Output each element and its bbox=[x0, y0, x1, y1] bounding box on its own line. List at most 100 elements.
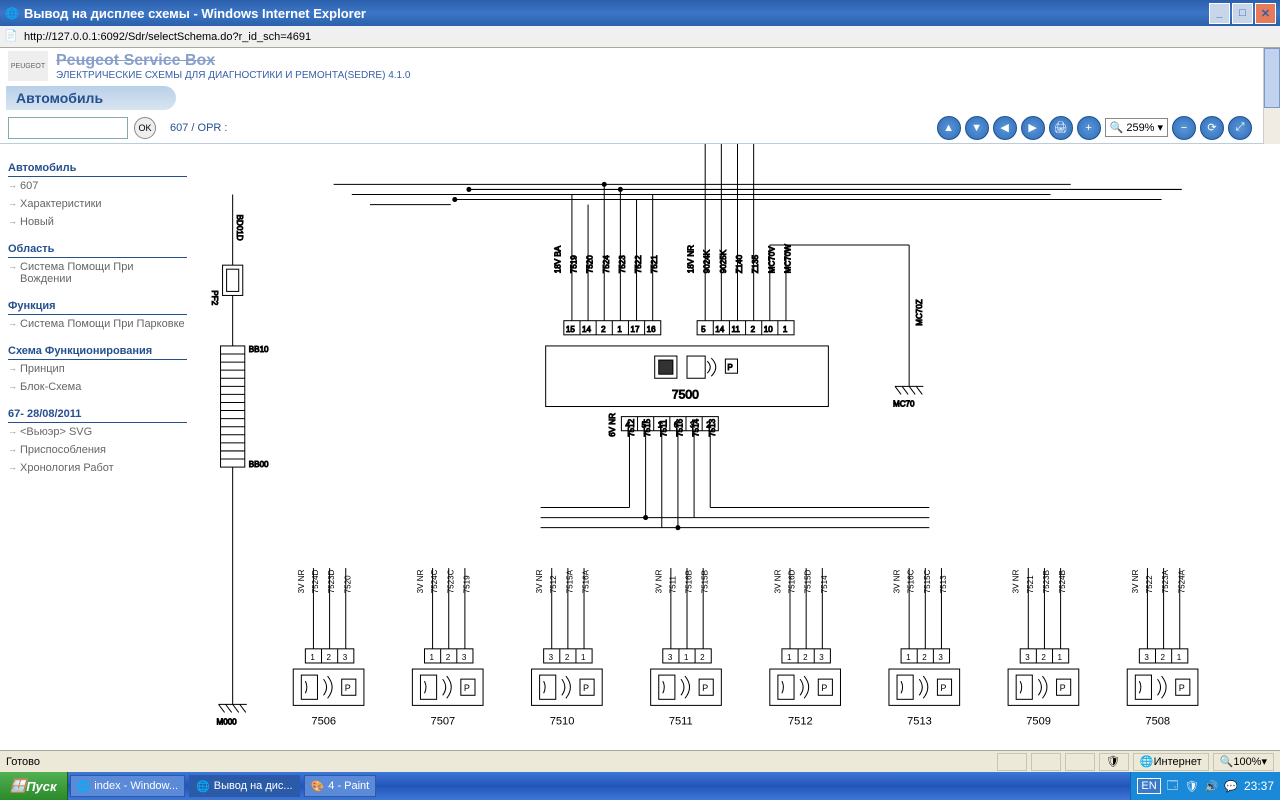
side-link-driving-assist[interactable]: Система Помощи При Вождении bbox=[8, 258, 187, 288]
nav-down-button[interactable]: ▼ bbox=[965, 116, 989, 140]
svg-text:7523: 7523 bbox=[618, 255, 627, 273]
svg-text:3: 3 bbox=[1025, 653, 1030, 662]
ie-status-bar: Готово 🛡 🌐 Интернет 🔍 100% ▾ bbox=[0, 750, 1280, 772]
svg-text:7519: 7519 bbox=[569, 255, 578, 273]
svg-text:9025K: 9025K bbox=[719, 249, 728, 273]
address-bar: 📄 http://127.0.0.1:6092/Sdr/selectSchema… bbox=[0, 26, 1280, 48]
ok-button[interactable]: OK bbox=[134, 117, 156, 139]
nav-left-button[interactable]: ◀ bbox=[993, 116, 1017, 140]
tray-icon[interactable]: 🗔 bbox=[1167, 777, 1179, 796]
svg-text:7523B: 7523B bbox=[1042, 570, 1051, 593]
peugeot-logo: PEUGEOT bbox=[8, 51, 48, 81]
svg-text:7512: 7512 bbox=[627, 418, 636, 436]
svg-text:7523A: 7523A bbox=[1161, 569, 1170, 593]
svg-text:18V BA: 18V BA bbox=[553, 245, 562, 273]
svg-text:1: 1 bbox=[787, 653, 792, 662]
svg-text:2: 2 bbox=[565, 653, 570, 662]
tray-icon[interactable]: 🛡 bbox=[1185, 780, 1199, 793]
side-link-specs[interactable]: Характеристики bbox=[8, 195, 187, 213]
svg-text:BD01D: BD01D bbox=[235, 215, 244, 241]
print-button[interactable]: 🖨 bbox=[1049, 116, 1073, 140]
toolbar: OK 607 / OPR : ▲ ▼ ◀ ▶ 🖨 + 🔍259%▾ − ⟳ ⤢ bbox=[0, 112, 1280, 144]
svg-text:Z140: Z140 bbox=[735, 254, 744, 273]
svg-text:7512: 7512 bbox=[549, 575, 558, 593]
svg-text:3: 3 bbox=[462, 653, 467, 662]
svg-text:2: 2 bbox=[751, 325, 756, 334]
side-link-tools[interactable]: Приспособления bbox=[8, 441, 187, 459]
svg-text:1: 1 bbox=[581, 653, 586, 662]
zoom-out-button[interactable]: − bbox=[1172, 116, 1196, 140]
svg-text:7524C: 7524C bbox=[430, 569, 439, 593]
svg-text:7515: 7515 bbox=[643, 418, 652, 436]
close-button[interactable]: ✕ bbox=[1255, 3, 1276, 24]
svg-text:7515D: 7515D bbox=[804, 569, 813, 593]
svg-text:7521: 7521 bbox=[650, 255, 659, 273]
svg-text:P: P bbox=[702, 683, 708, 693]
svg-text:2: 2 bbox=[803, 653, 808, 662]
svg-text:7523C: 7523C bbox=[446, 569, 455, 593]
svg-text:7516B: 7516B bbox=[685, 570, 694, 593]
window-title: Вывод на дисплее схемы - Windows Interne… bbox=[24, 6, 1209, 21]
side-group-area: Область bbox=[8, 241, 187, 258]
svg-text:7513: 7513 bbox=[939, 575, 948, 593]
taskbar-item-paint[interactable]: 🎨 4 - Paint bbox=[304, 775, 377, 797]
svg-text:7511: 7511 bbox=[668, 575, 677, 593]
system-tray[interactable]: EN 🗔 🛡 🔊 💬 23:37 bbox=[1130, 772, 1280, 800]
maximize-button[interactable]: □ bbox=[1232, 3, 1253, 24]
status-internet: 🌐 Интернет bbox=[1133, 753, 1209, 771]
svg-text:1: 1 bbox=[310, 653, 315, 662]
svg-text:7516D: 7516D bbox=[788, 569, 797, 593]
status-zoom[interactable]: 🔍 100% ▾ bbox=[1213, 753, 1274, 771]
svg-text:2: 2 bbox=[922, 653, 927, 662]
svg-text:7524B: 7524B bbox=[1058, 570, 1067, 593]
ie-icon: 🌐 bbox=[4, 5, 20, 21]
nav-right-button[interactable]: ▶ bbox=[1021, 116, 1045, 140]
url-text[interactable]: http://127.0.0.1:6092/Sdr/selectSchema.d… bbox=[24, 31, 1276, 43]
svg-text:7509: 7509 bbox=[1026, 716, 1051, 728]
nav-up-button[interactable]: ▲ bbox=[937, 116, 961, 140]
svg-text:3V NR: 3V NR bbox=[416, 569, 425, 593]
side-link-new[interactable]: Новый bbox=[8, 213, 187, 231]
svg-text:2: 2 bbox=[601, 325, 606, 334]
svg-text:3V NR: 3V NR bbox=[1012, 569, 1021, 593]
fullscreen-button[interactable]: ⤢ bbox=[1228, 116, 1252, 140]
svg-text:1: 1 bbox=[783, 325, 788, 334]
zoom-select[interactable]: 🔍259%▾ bbox=[1105, 118, 1168, 137]
breadcrumb: 607 / OPR : bbox=[170, 122, 227, 134]
zoom-in-button[interactable]: + bbox=[1077, 116, 1101, 140]
side-link-607[interactable]: 607 bbox=[8, 177, 187, 195]
svg-text:7515C: 7515C bbox=[923, 569, 932, 593]
side-group-schema: Схема Функционирования bbox=[8, 343, 187, 360]
svg-text:1: 1 bbox=[430, 653, 435, 662]
svg-text:MC70Z: MC70Z bbox=[915, 299, 924, 326]
status-ready: Готово bbox=[6, 756, 40, 768]
diagram-svg: PF2 BB10 BB00 BD01D M000 P 7500 15 14 2 bbox=[195, 144, 1280, 750]
clock[interactable]: 23:37 bbox=[1244, 779, 1274, 793]
tray-icon[interactable]: 🔊 bbox=[1205, 780, 1219, 793]
side-link-history[interactable]: Хронология Работ bbox=[8, 459, 187, 477]
lang-indicator[interactable]: EN bbox=[1137, 778, 1160, 794]
section-header: Автомобиль bbox=[6, 86, 176, 110]
svg-text:P: P bbox=[821, 683, 827, 693]
svg-text:7515B: 7515B bbox=[701, 570, 710, 593]
svg-text:PF2: PF2 bbox=[210, 290, 219, 305]
search-input[interactable] bbox=[8, 117, 128, 139]
start-button[interactable]: 🪟 Пуск bbox=[0, 772, 68, 800]
side-link-block[interactable]: Блок-Схема bbox=[8, 378, 187, 396]
side-link-parking-assist[interactable]: Система Помощи При Парковке bbox=[8, 315, 187, 333]
taskbar-item-index[interactable]: 🌐 index - Window... bbox=[70, 775, 185, 797]
tray-icon[interactable]: 💬 bbox=[1224, 780, 1238, 793]
svg-text:7512: 7512 bbox=[788, 716, 813, 728]
refresh-button[interactable]: ⟳ bbox=[1200, 116, 1224, 140]
svg-text:9024K: 9024K bbox=[703, 249, 712, 273]
brand-subtitle: ЭЛЕКТРИЧЕСКИЕ СХЕМЫ ДЛЯ ДИАГНОСТИКИ И РЕ… bbox=[56, 70, 410, 81]
taskbar-item-schema[interactable]: 🌐 Вывод на дис... bbox=[189, 775, 300, 797]
side-link-principle[interactable]: Принцип bbox=[8, 360, 187, 378]
side-link-viewer[interactable]: <Вьюэр> SVG bbox=[8, 423, 187, 441]
wiring-diagram[interactable]: PF2 BB10 BB00 BD01D M000 P 7500 15 14 2 bbox=[195, 144, 1280, 750]
windows-taskbar: 🪟 Пуск 🌐 index - Window... 🌐 Вывод на ди… bbox=[0, 772, 1280, 800]
minimize-button[interactable]: _ bbox=[1209, 3, 1230, 24]
svg-text:7511: 7511 bbox=[669, 716, 693, 728]
svg-text:17: 17 bbox=[630, 325, 639, 334]
brand-header: PEUGEOT Peugeot Service Box ЭЛЕКТРИЧЕСКИ… bbox=[0, 48, 1280, 84]
